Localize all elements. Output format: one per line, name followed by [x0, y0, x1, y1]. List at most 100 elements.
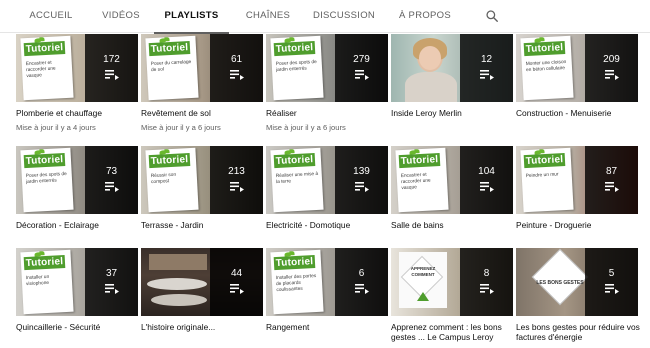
tutoriel-caption: Encastrer et raccorder une vasque [400, 172, 431, 192]
tutoriel-caption: Réussir son compost [150, 172, 177, 186]
tutoriel-caption: Poser des spots de jardin enterrés [25, 171, 67, 186]
playlist-title[interactable]: Plomberie et chauffage [16, 108, 142, 118]
bons-gestes-badge: LES BONS GESTES [536, 280, 584, 286]
playlist-count-overlay: 209 [585, 34, 638, 102]
tutoriel-card: Tutoriel Peindre un mur [520, 147, 574, 213]
channel-tabs: ACCUEIL VIDÉOS PLAYLISTS CHAÎNES DISCUSS… [0, 0, 650, 34]
playlist-icon [605, 182, 619, 192]
playlist-title[interactable]: Quincaillerie - Sécurité [16, 322, 142, 332]
playlist-icon [480, 70, 494, 80]
tutoriel-card: Tutoriel Poser du carrelage de sol [145, 35, 199, 101]
presenter-body [405, 72, 457, 102]
video-count: 12 [480, 54, 493, 65]
playlist-card[interactable]: Tutoriel Installer des portes de placard… [266, 248, 388, 332]
tutoriel-card: Tutoriel Encastrer et raccorder une vasq… [20, 35, 74, 101]
playlist-card[interactable]: APPRENEZ COMMENT 8 Apprenez comment : le… [391, 248, 513, 342]
tab-a-propos[interactable]: À PROPOS [396, 0, 454, 33]
playlist-thumbnail[interactable]: Tutoriel Réussir son compost 213 [141, 146, 263, 214]
playlist-card[interactable]: Tutoriel Encastrer et raccorder une vasq… [16, 34, 138, 132]
tutoriel-card: Tutoriel Monter une cloison en béton cel… [520, 35, 574, 101]
playlist-thumbnail[interactable]: Tutoriel Réaliser une mise à la terre 13… [266, 146, 388, 214]
leaf-icon [539, 37, 545, 42]
tutoriel-card: Tutoriel Poser des spots de jardin enter… [270, 35, 324, 101]
playlist-count-overlay: 139 [335, 146, 388, 214]
playlist-card[interactable]: Tutoriel Monter une cloison en béton cel… [516, 34, 638, 118]
tutoriel-caption: Encastrer et raccorder une vasque [25, 60, 56, 80]
playlist-thumbnail[interactable]: 44 [141, 248, 263, 316]
playlist-thumbnail[interactable]: Tutoriel Encastrer et raccorder une vasq… [391, 146, 513, 214]
playlist-title[interactable]: Inside Leroy Merlin [391, 108, 517, 118]
playlist-title[interactable]: Salle de bains [391, 220, 517, 230]
playlist-thumbnail[interactable]: Tutoriel Monter une cloison en béton cel… [516, 34, 638, 102]
playlist-icon [105, 284, 119, 294]
tutoriel-card: Tutoriel Réaliser une mise à la terre [270, 147, 324, 213]
playlist-thumbnail[interactable]: Tutoriel Poser du carrelage de sol 61 [141, 34, 263, 102]
playlist-count-overlay: 213 [210, 146, 263, 214]
playlist-thumbnail[interactable]: Tutoriel Encastrer et raccorder une vasq… [16, 34, 138, 102]
playlist-thumbnail[interactable]: Tutoriel Poser des spots de jardin enter… [266, 34, 388, 102]
playlist-card[interactable]: Tutoriel Réaliser une mise à la terre 13… [266, 146, 388, 230]
store-interior-image [151, 294, 207, 306]
playlist-title[interactable]: L'histoire originale... [141, 322, 267, 332]
playlist-title[interactable]: Réaliser [266, 108, 392, 118]
playlist-thumbnail[interactable]: Tutoriel Installer des portes de placard… [266, 248, 388, 316]
campus-badge-text: APPRENEZ COMMENT [410, 266, 436, 277]
playlist-count-overlay: 37 [85, 248, 138, 316]
playlist-thumbnail[interactable]: Tutoriel Installer un visiophone 37 [16, 248, 138, 316]
playlist-icon [230, 70, 244, 80]
playlist-card[interactable]: Tutoriel Poser du carrelage de sol 61 Re… [141, 34, 263, 132]
playlist-card[interactable]: 44 L'histoire originale... [141, 248, 263, 332]
tab-discussion[interactable]: DISCUSSION [312, 0, 376, 33]
playlist-card[interactable]: Tutoriel Encastrer et raccorder une vasq… [391, 146, 513, 230]
playlist-title[interactable]: Les bons gestes pour réduire vos facture… [516, 322, 642, 342]
playlist-card[interactable]: 12 Inside Leroy Merlin [391, 34, 513, 118]
playlist-icon [355, 70, 369, 80]
leaf-icon [289, 149, 295, 154]
tab-playlists[interactable]: PLAYLISTS [154, 0, 229, 34]
playlist-thumbnail[interactable]: Tutoriel Poser des spots de jardin enter… [16, 146, 138, 214]
playlist-updated: Mise à jour il y a 4 jours [16, 123, 96, 132]
leaf-icon [164, 37, 170, 42]
tab-videos[interactable]: VIDÉOS [98, 0, 144, 33]
video-count: 104 [478, 166, 495, 177]
playlist-title[interactable]: Apprenez comment : les bons gestes ... L… [391, 322, 517, 342]
video-count: 213 [228, 166, 245, 177]
playlist-title[interactable]: Décoration - Eclairage [16, 220, 142, 230]
tutoriel-card: Tutoriel Réussir son compost [145, 147, 199, 213]
playlist-thumbnail[interactable]: 12 [391, 34, 513, 102]
tab-accueil[interactable]: ACCUEIL [26, 0, 76, 33]
tutoriel-card: Tutoriel Installer un visiophone [20, 249, 74, 315]
playlist-card[interactable]: Tutoriel Peindre un mur 87 Peinture - Dr… [516, 146, 638, 230]
playlist-card[interactable]: Tutoriel Réussir son compost 213 Terrass… [141, 146, 263, 230]
playlist-title[interactable]: Peinture - Droguerie [516, 220, 642, 230]
playlist-icon [105, 182, 119, 192]
video-count: 5 [608, 268, 615, 279]
tutoriel-card: Tutoriel Installer des portes de placard… [270, 249, 324, 315]
playlist-updated: Mise à jour il y a 6 jours [266, 123, 346, 132]
playlist-count-overlay: 6 [335, 248, 388, 316]
tutoriel-caption: Réaliser une mise à la terre [275, 171, 319, 186]
playlist-title[interactable]: Terrasse - Jardin [141, 220, 267, 230]
search-button[interactable] [482, 6, 502, 26]
playlist-title[interactable]: Electricité - Domotique [266, 220, 392, 230]
tab-chaines[interactable]: CHAÎNES [242, 0, 294, 33]
playlist-icon [480, 284, 494, 294]
tutoriel-caption: Poser des spots de jardin enterrés [275, 59, 317, 74]
tutoriel-card: Tutoriel Encastrer et raccorder une vasq… [395, 147, 449, 213]
playlist-card[interactable]: Tutoriel Poser des spots de jardin enter… [16, 146, 138, 230]
playlist-thumbnail[interactable]: Tutoriel Peindre un mur 87 [516, 146, 638, 214]
playlist-icon [355, 182, 369, 192]
playlist-thumbnail[interactable]: LES BONS GESTES 5 [516, 248, 638, 316]
playlist-title[interactable]: Rangement [266, 322, 392, 332]
playlist-card[interactable]: Tutoriel Installer un visiophone 37 Quin… [16, 248, 138, 332]
playlist-card[interactable]: Tutoriel Poser des spots de jardin enter… [266, 34, 388, 132]
video-count: 61 [230, 54, 243, 65]
playlist-thumbnail[interactable]: APPRENEZ COMMENT 8 [391, 248, 513, 316]
playlist-icon [105, 70, 119, 80]
playlist-title[interactable]: Revêtement de sol [141, 108, 267, 118]
presenter-face [419, 46, 441, 70]
playlist-title[interactable]: Construction - Menuiserie [516, 108, 642, 118]
playlist-icon [230, 182, 244, 192]
leaf-icon [289, 37, 295, 42]
playlist-card[interactable]: LES BONS GESTES 5 Les bons gestes pour r… [516, 248, 640, 342]
